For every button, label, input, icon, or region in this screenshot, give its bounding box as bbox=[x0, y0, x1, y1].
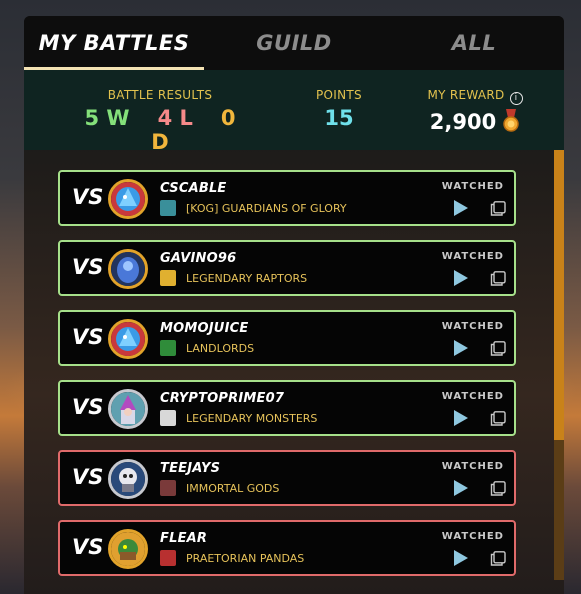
battle-row[interactable]: VS FLEAR PRAETORIAN PANDAS WATCHED bbox=[58, 520, 516, 576]
opponent-name[interactable]: GAVINO96 bbox=[160, 251, 236, 266]
battle-results-label: BATTLE RESULTS bbox=[107, 88, 213, 102]
opponent-name[interactable]: CSCABLE bbox=[160, 181, 227, 196]
vs-label: VS bbox=[72, 535, 104, 559]
tab-bar: MY BATTLES GUILD ALL bbox=[24, 16, 564, 70]
play-replay-icon[interactable] bbox=[454, 480, 468, 500]
tab-all[interactable]: ALL bbox=[384, 16, 564, 70]
vs-label: VS bbox=[72, 465, 104, 489]
watched-status: WATCHED bbox=[441, 321, 504, 332]
vs-label: VS bbox=[72, 395, 104, 419]
blue-dragon-avatar-icon bbox=[108, 319, 148, 359]
guild-badge-icon bbox=[160, 200, 176, 216]
copy-link-icon[interactable] bbox=[490, 411, 506, 430]
battle-row[interactable]: VS TEEJAYS IMMORTAL GODS WATCHED bbox=[58, 450, 516, 506]
tab-my-battles[interactable]: MY BATTLES bbox=[24, 16, 204, 70]
scrollbar[interactable] bbox=[554, 150, 564, 580]
my-reward: MY REWARD i 2,900 bbox=[420, 88, 530, 138]
wizard-avatar-icon bbox=[108, 389, 148, 429]
battle-results: BATTLE RESULTS 5 W4 L0 D bbox=[80, 88, 240, 154]
blue-dragon-avatar-icon bbox=[108, 179, 148, 219]
tab-guild[interactable]: GUILD bbox=[204, 16, 384, 70]
opponent-guild: [KOG] GUARDIANS OF GLORY bbox=[160, 200, 347, 216]
blue-mage-avatar-icon bbox=[108, 249, 148, 289]
info-icon[interactable]: i bbox=[509, 92, 523, 105]
reward-medal-icon bbox=[502, 109, 520, 138]
points-value: 15 bbox=[324, 106, 354, 130]
guild-badge-icon bbox=[160, 410, 176, 426]
scrollbar-thumb[interactable] bbox=[554, 150, 564, 440]
copy-link-icon[interactable] bbox=[490, 551, 506, 570]
watched-status: WATCHED bbox=[441, 251, 504, 262]
watched-status: WATCHED bbox=[441, 531, 504, 542]
play-replay-icon[interactable] bbox=[454, 270, 468, 290]
reward-value: 2,900 bbox=[429, 110, 497, 134]
battle-row[interactable]: VS MOMOJUICE LANDLORDS WATCHED bbox=[58, 310, 516, 366]
battles-panel: MY BATTLES GUILD ALL BATTLE RESULTS 5 W 4… bbox=[24, 16, 564, 594]
opponent-guild: LEGENDARY MONSTERS bbox=[160, 410, 317, 426]
play-replay-icon[interactable] bbox=[454, 550, 468, 570]
play-replay-icon[interactable] bbox=[454, 340, 468, 360]
opponent-name[interactable]: TEEJAYS bbox=[160, 461, 220, 476]
opponent-guild: PRAETORIAN PANDAS bbox=[160, 550, 304, 566]
green-goblin-avatar-icon bbox=[108, 529, 148, 569]
reward-label: MY REWARD bbox=[427, 88, 505, 102]
wins-count: 5 W bbox=[84, 106, 130, 130]
copy-link-icon[interactable] bbox=[490, 481, 506, 500]
opponent-name[interactable]: CRYPTOPRIME07 bbox=[160, 391, 284, 406]
guild-name: PRAETORIAN PANDAS bbox=[186, 551, 305, 565]
points-label: POINTS bbox=[316, 88, 362, 102]
opponent-guild: IMMORTAL GODS bbox=[160, 480, 279, 496]
vs-label: VS bbox=[72, 185, 104, 209]
guild-badge-icon bbox=[160, 480, 176, 496]
vs-label: VS bbox=[72, 325, 104, 349]
battle-row[interactable]: VS CRYPTOPRIME07 LEGENDARY MONSTERS WATCHED bbox=[58, 380, 516, 436]
guild-badge-icon bbox=[160, 550, 176, 566]
guild-name: IMMORTAL GODS bbox=[186, 481, 280, 495]
opponent-name[interactable]: MOMOJUICE bbox=[160, 321, 248, 336]
guild-name: LEGENDARY RAPTORS bbox=[186, 271, 308, 285]
copy-link-icon[interactable] bbox=[490, 341, 506, 360]
opponent-name[interactable]: FLEAR bbox=[160, 531, 207, 546]
battle-row[interactable]: VS CSCABLE [KOG] GUARDIANS OF GLORY WATCHED bbox=[58, 170, 516, 226]
watched-status: WATCHED bbox=[441, 181, 504, 192]
copy-link-icon[interactable] bbox=[490, 271, 506, 290]
guild-name: LEGENDARY MONSTERS bbox=[186, 411, 318, 425]
summary-bar: BATTLE RESULTS 5 W4 L0 D POINTS 15 MY RE… bbox=[24, 70, 564, 154]
copy-link-icon[interactable] bbox=[490, 201, 506, 220]
skull-knight-avatar-icon bbox=[108, 459, 148, 499]
points: POINTS 15 bbox=[294, 88, 384, 130]
guild-badge-icon bbox=[160, 340, 176, 356]
guild-name: LANDLORDS bbox=[186, 341, 255, 355]
watched-status: WATCHED bbox=[441, 461, 504, 472]
battle-list: VS CSCABLE [KOG] GUARDIANS OF GLORY WATCHED… bbox=[24, 150, 564, 594]
losses-count: 4 L bbox=[157, 106, 193, 130]
play-replay-icon[interactable] bbox=[454, 410, 468, 430]
vs-label: VS bbox=[72, 255, 104, 279]
watched-status: WATCHED bbox=[441, 391, 504, 402]
battle-row[interactable]: VS GAVINO96 LEGENDARY RAPTORS WATCHED bbox=[58, 240, 516, 296]
guild-name: [KOG] GUARDIANS OF GLORY bbox=[186, 201, 347, 215]
guild-badge-icon bbox=[160, 270, 176, 286]
play-replay-icon[interactable] bbox=[454, 200, 468, 220]
opponent-guild: LANDLORDS bbox=[160, 340, 254, 356]
opponent-guild: LEGENDARY RAPTORS bbox=[160, 270, 307, 286]
